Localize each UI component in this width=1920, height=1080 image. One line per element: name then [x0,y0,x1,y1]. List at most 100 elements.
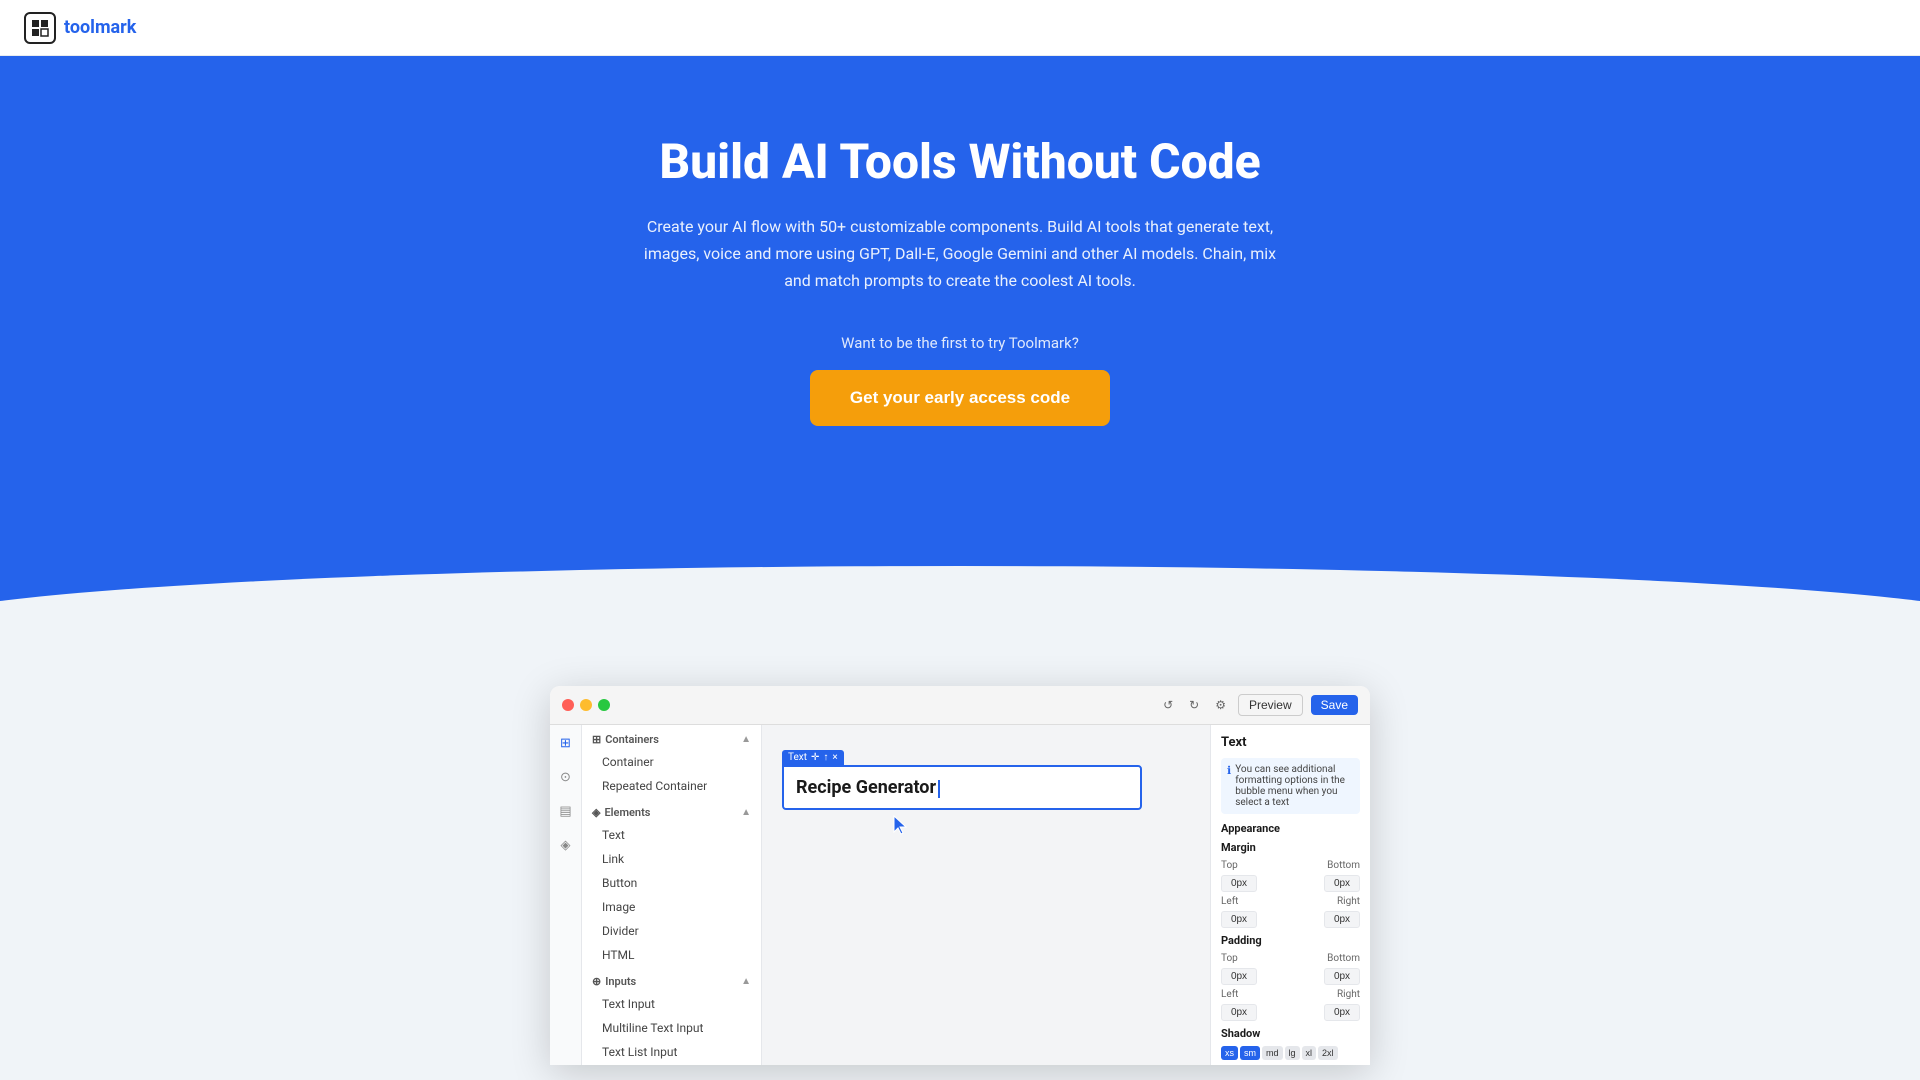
window-minimize-btn [580,699,592,711]
margin-bottom-label: Bottom [1327,860,1360,871]
sidebar-elements-label: ◈ Elements [592,806,650,819]
sidebar-item-button[interactable]: Button [582,871,761,895]
padding-right-label: Right [1337,989,1360,1000]
window-titlebar: ↺ ↻ ⚙ Preview Save [550,686,1370,725]
padding-bottom-input[interactable] [1324,968,1360,985]
shadow-md-btn[interactable]: md [1262,1046,1283,1060]
padding-top-label: Top [1221,953,1238,964]
padding-left-input[interactable] [1221,1004,1257,1021]
nav-settings-icon[interactable]: ⊙ [556,767,576,787]
padding-left-right-row: Left Right [1221,989,1360,1000]
canvas-element-wrapper: Text ✛ ↑ × Recipe Generator [782,745,1190,810]
sidebar-panel: ⊞ Containers ▲ Container Repeated Contai… [582,725,762,1065]
settings-icon[interactable]: ⚙ [1211,696,1230,714]
preview-button[interactable]: Preview [1238,694,1303,716]
appearance-title: Appearance [1221,822,1360,835]
mouse-cursor [892,814,910,840]
padding-left-label: Left [1221,989,1238,1000]
hero-cta-text: Want to be the first to try Toolmark? [24,334,1896,352]
padding-title: Padding [1221,934,1360,947]
margin-lr-inputs [1221,911,1360,928]
padding-lr-inputs [1221,1004,1360,1021]
hero-subtitle: Create your AI flow with 50+ customizabl… [630,213,1290,295]
text-label: Text [602,828,625,842]
margin-top-row: Top Bottom [1221,860,1360,871]
prop-info-text: You can see additional formatting option… [1235,764,1354,808]
logo-icon [24,12,56,44]
redo-icon[interactable]: ↻ [1185,696,1203,714]
margin-bottom-input[interactable] [1324,875,1360,892]
hero-title: Build AI Tools Without Code [24,136,1896,189]
margin-top-input[interactable] [1221,875,1257,892]
app-window: ↺ ↻ ⚙ Preview Save ⊞ ⊙ ▤ ◈ ⊞ Contai [550,686,1370,1065]
margin-top-inputs [1221,875,1360,892]
padding-right-input[interactable] [1324,1004,1360,1021]
containers-caret: ▲ [741,734,751,745]
sidebar-item-link[interactable]: Link [582,847,761,871]
inputs-caret: ▲ [741,976,751,987]
sidebar-item-html[interactable]: HTML [582,943,761,967]
margin-left-input[interactable] [1221,911,1257,928]
early-access-button[interactable]: Get your early access code [810,370,1110,426]
margin-right-label: Right [1337,896,1360,907]
move-icon: ✛ [811,752,819,763]
canvas-area[interactable]: Text ✛ ↑ × Recipe Generator [762,725,1210,1065]
nav-layout-icon[interactable]: ▤ [556,801,576,821]
element-toolbar: Text ✛ ↑ × [782,750,844,765]
elements-caret: ▲ [741,807,751,818]
logo[interactable]: toolmark [24,12,136,44]
link-label: Link [602,852,624,866]
sidebar-elements-header[interactable]: ◈ Elements ▲ [582,798,761,823]
sidebar-containers-label: ⊞ Containers [592,733,659,746]
sidebar-item-text-list-input[interactable]: Text List Input [582,1040,761,1064]
undo-icon[interactable]: ↺ [1159,696,1177,714]
shadow-buttons: xs sm md lg xl 2xl [1221,1046,1360,1060]
margin-right-input[interactable] [1324,911,1360,928]
text-input-label: Text Input [602,997,655,1011]
elements-icon: ◈ [592,806,600,819]
nav-style-icon[interactable]: ◈ [556,835,576,855]
inputs-icon: ⊕ [592,975,601,988]
sidebar-item-text-input[interactable]: Text Input [582,992,761,1016]
info-icon: ℹ [1227,764,1231,808]
sidebar-item-text[interactable]: Text [582,823,761,847]
sidebar-item-text-editor-input[interactable]: Text Editor Input [582,1064,761,1065]
multiline-text-input-label: Multiline Text Input [602,1021,703,1035]
margin-left-right-row: Left Right [1221,896,1360,907]
window-maximize-btn [598,699,610,711]
container-label: Container [602,755,654,769]
canvas-element-content: Recipe Generator [796,777,936,798]
sidebar-inputs-header[interactable]: ⊕ Inputs ▲ [582,967,761,992]
sidebar-item-divider[interactable]: Divider [582,919,761,943]
header: toolmark [0,0,1920,56]
save-button[interactable]: Save [1311,695,1358,715]
text-list-input-label: Text List Input [602,1045,677,1059]
sidebar-item-container[interactable]: Container [582,750,761,774]
delete-icon: × [832,752,837,763]
window-close-btn [562,699,574,711]
margin-left-label: Left [1221,896,1238,907]
shadow-sm-btn[interactable]: sm [1240,1046,1260,1060]
properties-panel: Text ℹ You can see additional formatting… [1210,725,1370,1065]
html-label: HTML [602,948,635,962]
hero-section: Build AI Tools Without Code Create your … [0,56,1920,626]
canvas-text-element[interactable]: Recipe Generator [782,765,1142,810]
sidebar-item-repeated-container[interactable]: Repeated Container [582,774,761,798]
sidebar-nav-icons: ⊞ ⊙ ▤ ◈ [550,725,582,1065]
sidebar-containers-header[interactable]: ⊞ Containers ▲ [582,725,761,750]
padding-top-row: Top Bottom [1221,953,1360,964]
nav-components-icon[interactable]: ⊞ [556,733,576,753]
shadow-lg-btn[interactable]: lg [1285,1046,1300,1060]
padding-top-input[interactable] [1221,968,1257,985]
element-type-label: Text [788,752,807,763]
divider-label: Divider [602,924,639,938]
sidebar-item-image[interactable]: Image [582,895,761,919]
prop-panel-title: Text [1221,735,1360,750]
titlebar-actions: ↺ ↻ ⚙ Preview Save [1159,694,1358,716]
shadow-2xl-btn[interactable]: 2xl [1318,1046,1338,1060]
image-label: Image [602,900,635,914]
containers-icon: ⊞ [592,733,601,746]
shadow-xl-btn[interactable]: xl [1302,1046,1317,1060]
sidebar-item-multiline-text-input[interactable]: Multiline Text Input [582,1016,761,1040]
shadow-xs-btn[interactable]: xs [1221,1046,1238,1060]
